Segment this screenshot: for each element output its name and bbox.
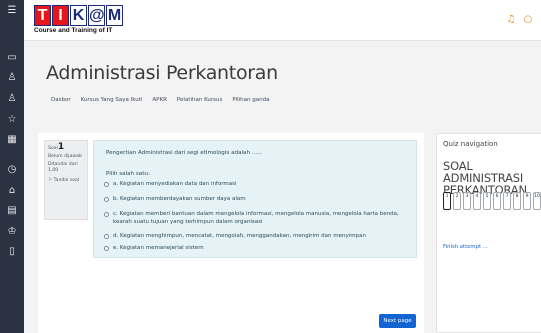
nav-question-button[interactable]: 10 xyxy=(533,192,541,210)
radio-button[interactable] xyxy=(104,234,109,239)
question-nav-buttons: 1 2 3 4 5 6 7 8 9 10 xyxy=(443,192,541,210)
nav-question-button[interactable]: 7 xyxy=(503,192,511,210)
radio-button[interactable] xyxy=(104,197,109,202)
menu-icon[interactable]: ☰ xyxy=(6,5,18,17)
question-number: Soal1 xyxy=(48,142,65,152)
left-sidebar: ☰ ▭ ♙ ♙ ☆ ▦ ◷ ⌂ ▤ ♔ ▯ xyxy=(0,0,24,333)
nav-question-button[interactable]: 4 xyxy=(473,192,481,210)
chat-bubble-icon[interactable]: ○ xyxy=(522,14,534,26)
nav-question-button[interactable]: 8 xyxy=(513,192,521,210)
nav-question-button[interactable]: 9 xyxy=(523,192,531,210)
nav-question-button[interactable]: 3 xyxy=(463,192,471,210)
radio-button[interactable] xyxy=(104,182,109,187)
answer-option-b[interactable]: b. Kegiatan memberdayakan sumber daya al… xyxy=(104,196,246,204)
nav-question-button[interactable]: 5 xyxy=(483,192,491,210)
graduation-cap-icon[interactable]: ♔ xyxy=(6,226,18,238)
top-header: T I K @ M Course and Training of IT ♫ ○ xyxy=(24,0,541,41)
bell-icon[interactable]: ♫ xyxy=(505,14,517,26)
answer-option-c[interactable]: c. Kegiatan memberi bantuan dalam mengel… xyxy=(104,211,414,226)
book-icon[interactable]: ▦ xyxy=(6,134,18,146)
question-points: Ditandai dari 1,00 xyxy=(48,162,78,173)
logo-letter-m: M xyxy=(106,5,123,26)
question-content-box: Pengertian Administrasi dari segi etimol… xyxy=(93,140,417,258)
home-icon[interactable]: ⌂ xyxy=(6,185,18,197)
logo-at-sign: @ xyxy=(88,5,105,26)
logo-letter-k: K xyxy=(70,5,87,26)
answer-option-a[interactable]: a. Kegiatan menyediakan data dan informa… xyxy=(104,181,237,189)
breadcrumb-item-apkr[interactable]: APKR xyxy=(152,97,167,103)
site-logo[interactable]: T I K @ M Course and Training of IT xyxy=(34,5,126,35)
breadcrumb: Dasbor Kursus Yang Saya Ikuti APKR Pelat… xyxy=(51,97,279,103)
people-icon[interactable]: ♙ xyxy=(6,72,18,84)
question-text: Pengertian Administrasi dari segi etimol… xyxy=(106,150,263,156)
quiz-navigation-heading: Quiz navigation xyxy=(443,140,498,148)
question-info-box: Soal1 Belum dijawab Ditandai dari 1,00 ⚐… xyxy=(44,140,88,220)
answer-option-d[interactable]: d. Kegiatan menghimpun, mencatat, mengol… xyxy=(104,233,366,241)
question-status: Belum dijawab xyxy=(48,154,82,159)
nav-question-button[interactable]: 6 xyxy=(493,192,501,210)
document-icon[interactable]: ▯ xyxy=(6,246,18,258)
folder-icon[interactable]: ▭ xyxy=(6,52,18,64)
person-icon[interactable]: ♙ xyxy=(6,93,18,105)
timer-icon[interactable]: ◷ xyxy=(6,164,18,176)
breadcrumb-item-kursus[interactable]: Kursus Yang Saya Ikuti xyxy=(81,97,143,103)
question-prompt: Pilih salah satu: xyxy=(106,171,150,177)
answer-option-e[interactable]: e. Kegiatan memanejerial sistem xyxy=(104,245,204,253)
breadcrumb-item-pelatihan[interactable]: Pelatihan Kursus xyxy=(177,97,222,103)
page-title: Administrasi Perkantoran xyxy=(46,62,278,84)
logo-letter-t: T xyxy=(34,5,51,26)
quiz-title: SOAL ADMINISTRASI PERKANTORAN xyxy=(443,159,527,197)
nav-question-button[interactable]: 2 xyxy=(453,192,461,210)
quiz-navigation-panel: Quiz navigation SOAL ADMINISTRASI PERKAN… xyxy=(436,133,541,333)
logo-subtitle: Course and Training of IT xyxy=(34,27,113,34)
logo-letter-i: I xyxy=(52,5,69,26)
breadcrumb-item-dasbor[interactable]: Dasbor xyxy=(51,97,71,103)
nav-question-button[interactable]: 1 xyxy=(443,192,451,210)
radio-button[interactable] xyxy=(104,246,109,251)
finish-attempt-link[interactable]: Finish attempt ... xyxy=(443,244,488,250)
next-page-button[interactable]: Next page xyxy=(379,314,416,328)
radio-button[interactable] xyxy=(104,212,109,217)
flag-icon: ⚐ xyxy=(48,178,53,183)
calendar-icon[interactable]: ▤ xyxy=(6,205,18,217)
star-icon[interactable]: ☆ xyxy=(6,114,18,126)
flag-question-link[interactable]: ⚐ Tandai soal xyxy=(48,178,84,184)
breadcrumb-item-pilihan-ganda[interactable]: Pilihan ganda xyxy=(232,97,269,103)
